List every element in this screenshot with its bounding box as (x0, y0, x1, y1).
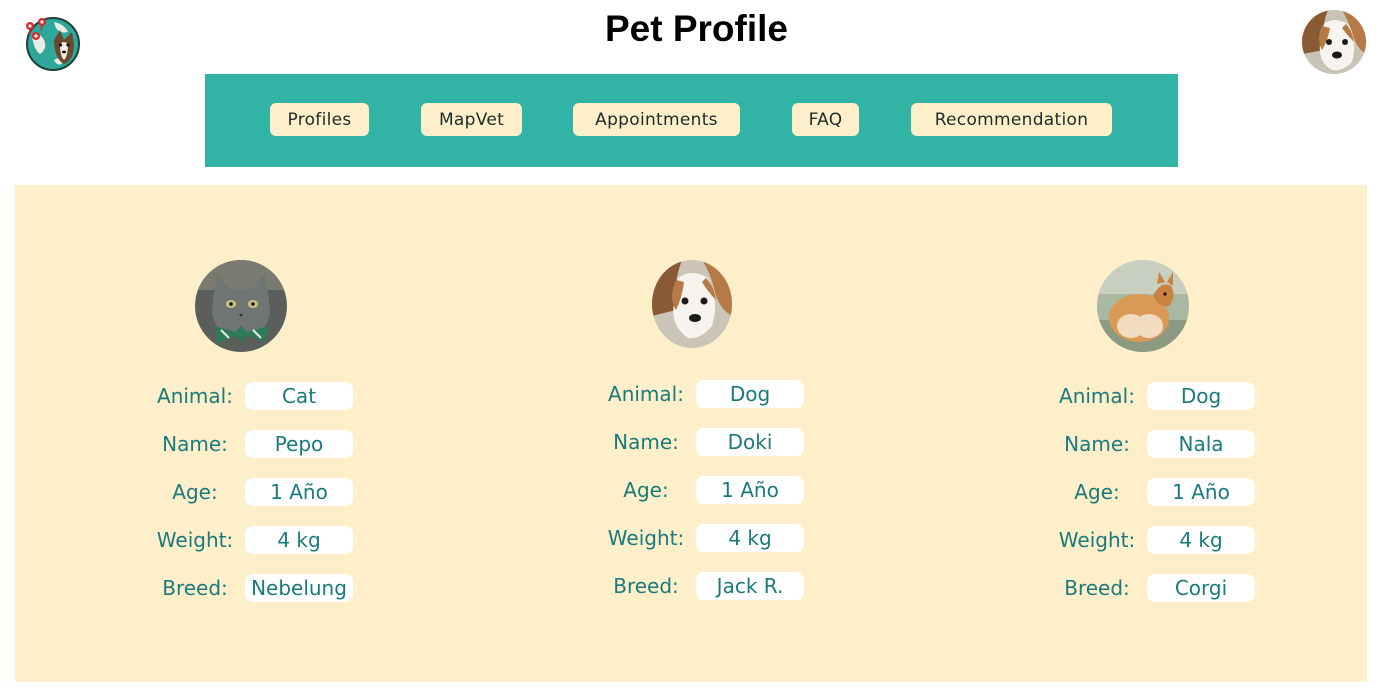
field-name-row: Name: Pepo (147, 429, 447, 459)
age-value: 1 Año (1147, 478, 1255, 506)
age-value: 1 Año (696, 476, 804, 504)
nav-faq-button[interactable]: FAQ (792, 103, 859, 136)
pet-photo (195, 260, 287, 352)
field-age-row: Age: 1 Año (598, 475, 898, 505)
nav-mapvet-button[interactable]: MapVet (421, 103, 522, 136)
field-animal-row: Animal: Cat (147, 381, 447, 411)
name-label: Name: (162, 432, 228, 456)
nav-recommendation-button[interactable]: Recommendation (911, 103, 1112, 136)
pet-card-doki: Animal: Dog Name: Doki Age: 1 Año Weight… (598, 185, 898, 682)
field-name-row: Name: Doki (598, 427, 898, 457)
age-value: 1 Año (245, 478, 353, 506)
field-breed-row: Breed: Jack R. (598, 571, 898, 601)
age-label: Age: (623, 478, 669, 502)
name-label: Name: (613, 430, 679, 454)
weight-label: Weight: (607, 526, 685, 550)
breed-value: Nebelung (245, 574, 353, 602)
page-title: Pet Profile (605, 8, 788, 49)
weight-value: 4 kg (245, 526, 353, 554)
breed-value: Jack R. (696, 572, 804, 600)
weight-label: Weight: (1058, 528, 1136, 552)
breed-value: Corgi (1147, 574, 1255, 602)
animal-label: Animal: (157, 384, 233, 408)
age-label: Age: (172, 480, 218, 504)
jack-russell-photo-icon (652, 260, 732, 348)
name-value: Nala (1147, 430, 1255, 458)
pet-card-pepo: Animal: Cat Name: Pepo Age: 1 Año Weight… (147, 185, 447, 682)
pet-photo (1097, 260, 1189, 352)
field-name-row: Name: Nala (1049, 429, 1349, 459)
dog-avatar-icon (1302, 10, 1366, 74)
field-animal-row: Animal: Dog (598, 379, 898, 409)
pet-photo (652, 260, 732, 348)
field-age-row: Age: 1 Año (1049, 477, 1349, 507)
pet-card-nala: Animal: Dog Name: Nala Age: 1 Año Weight… (1049, 185, 1349, 682)
animal-value: Dog (696, 380, 804, 408)
field-weight-row: Weight: 4 kg (1049, 525, 1349, 555)
nav-profiles-button[interactable]: Profiles (270, 103, 369, 136)
animal-value: Cat (245, 382, 353, 410)
grey-cat-photo-icon (195, 260, 287, 352)
user-avatar[interactable] (1302, 10, 1366, 74)
weight-value: 4 kg (1147, 526, 1255, 554)
field-age-row: Age: 1 Año (147, 477, 447, 507)
animal-value: Dog (1147, 382, 1255, 410)
name-value: Doki (696, 428, 804, 456)
breed-label: Breed: (613, 574, 679, 598)
breed-label: Breed: (162, 576, 228, 600)
nav-appointments-button[interactable]: Appointments (573, 103, 740, 136)
main-nav: Profiles MapVet Appointments FAQ Recomme… (205, 74, 1178, 167)
field-breed-row: Breed: Corgi (1049, 573, 1349, 603)
weight-value: 4 kg (696, 524, 804, 552)
field-animal-row: Animal: Dog (1049, 381, 1349, 411)
name-label: Name: (1064, 432, 1130, 456)
breed-label: Breed: (1064, 576, 1130, 600)
pet-profiles-panel: Animal: Cat Name: Pepo Age: 1 Año Weight… (15, 185, 1367, 682)
animal-label: Animal: (608, 382, 684, 406)
field-breed-row: Breed: Nebelung (147, 573, 447, 603)
weight-label: Weight: (156, 528, 234, 552)
name-value: Pepo (245, 430, 353, 458)
age-label: Age: (1074, 480, 1120, 504)
animal-label: Animal: (1059, 384, 1135, 408)
corgi-photo-icon (1097, 260, 1189, 352)
field-weight-row: Weight: 4 kg (598, 523, 898, 553)
field-weight-row: Weight: 4 kg (147, 525, 447, 555)
